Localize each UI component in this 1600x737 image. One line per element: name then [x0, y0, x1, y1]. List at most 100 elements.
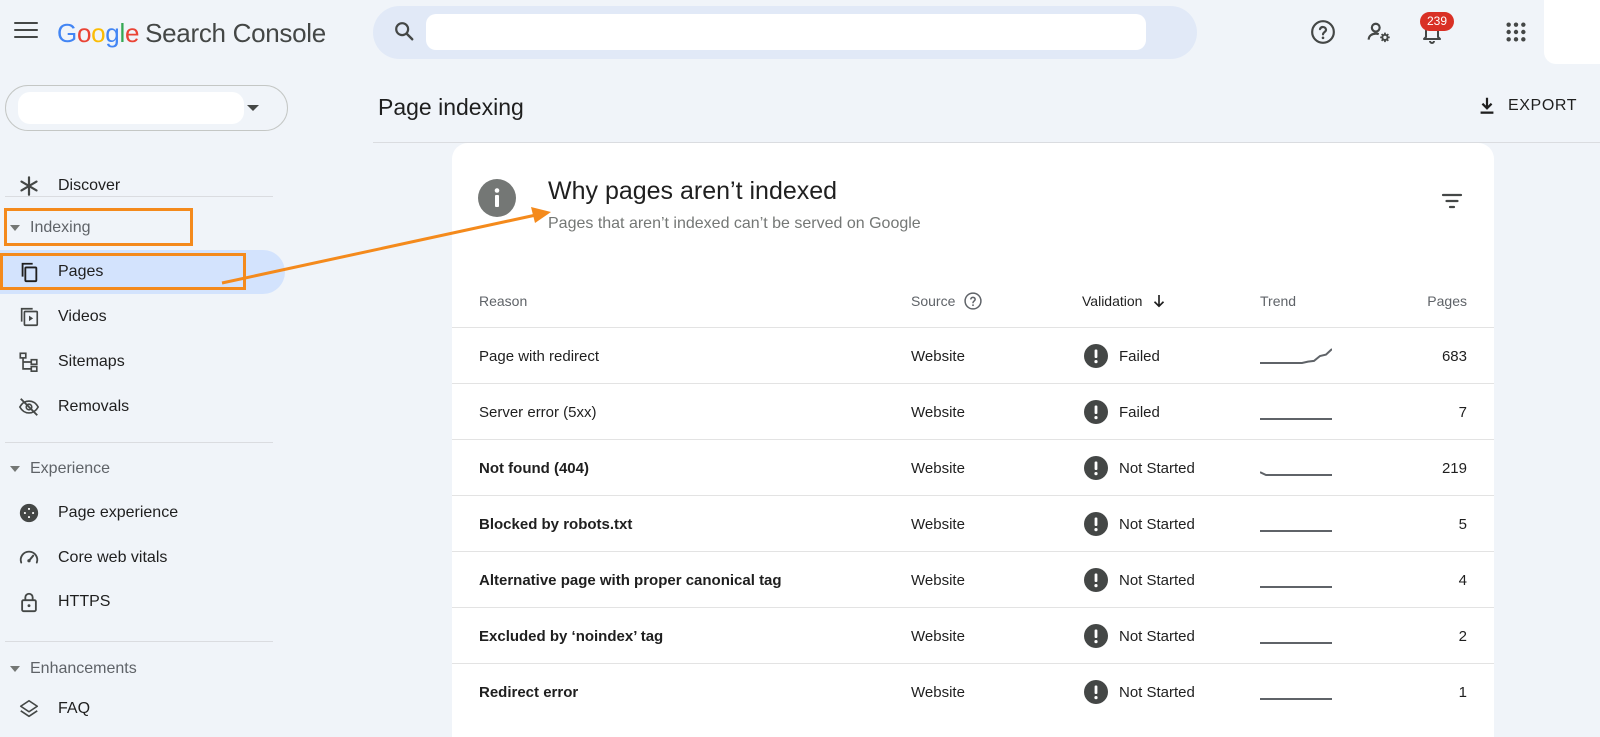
sidebar-item-core-web-vitals[interactable]: Core web vitals: [0, 536, 285, 580]
validation-cell: Not Started: [1084, 552, 1195, 608]
table-row[interactable]: Redirect error Website Not Started 1: [452, 663, 1494, 719]
alert-icon: [1084, 344, 1108, 368]
source-cell: Website: [911, 627, 965, 645]
sidebar-item-faq[interactable]: FAQ: [0, 687, 285, 731]
page-title: Page indexing: [378, 94, 524, 120]
sidebar-item-label: Discover: [58, 177, 121, 194]
trend-sparkline: [1260, 417, 1332, 420]
validation-cell: Failed: [1084, 384, 1160, 440]
validation-cell: Not Started: [1084, 440, 1195, 496]
pages-count-cell: 5: [1458, 515, 1467, 533]
redacted-property-name: [18, 92, 244, 124]
validation-status: Not Started: [1119, 459, 1195, 477]
download-icon: [1480, 97, 1494, 114]
alert-icon: [1084, 512, 1108, 536]
layers-icon: [19, 699, 39, 718]
sidebar-item-videos[interactable]: Videos: [0, 295, 285, 339]
column-source[interactable]: Source: [911, 275, 983, 327]
trend-cell: [1260, 608, 1332, 664]
reason-cell: Redirect error: [479, 683, 579, 701]
sidebar-item-removals[interactable]: Removals: [0, 385, 285, 429]
removals-icon: [18, 398, 40, 416]
trend-sparkline: [1260, 697, 1332, 700]
page-experience-icon: [19, 503, 39, 523]
reason-cell: Not found (404): [479, 459, 589, 477]
help-icon[interactable]: [963, 291, 983, 311]
table-row[interactable]: Blocked by robots.txt Website Not Started 5: [452, 495, 1494, 551]
column-trend[interactable]: Trend: [1260, 275, 1296, 327]
pages-count-cell: 2: [1458, 627, 1467, 645]
reason-cell: Excluded by ‘noindex’ tag: [479, 627, 664, 645]
validation-cell: Not Started: [1084, 664, 1195, 720]
column-label: Validation: [1082, 293, 1143, 309]
pages-count-cell: 4: [1458, 571, 1467, 589]
account-avatar[interactable]: [1544, 0, 1600, 64]
section-indexing[interactable]: Indexing: [0, 208, 285, 248]
sidebar-item-label: Pages: [58, 263, 104, 280]
not-indexed-card: Why pages aren’t indexed Pages that aren…: [452, 143, 1494, 737]
table-row[interactable]: Page with redirect Website Failed 683: [452, 327, 1494, 383]
validation-cell: Not Started: [1084, 496, 1195, 552]
column-label: Source: [911, 293, 956, 309]
sidebar-item-page-experience[interactable]: Page experience: [0, 491, 285, 535]
alert-icon: [1084, 624, 1108, 648]
lock-icon: [21, 592, 37, 613]
speed-gauge-icon: [19, 550, 39, 564]
reasons-table-body: Page with redirect Website Failed 683 Server…: [452, 327, 1494, 719]
apps-grid-icon[interactable]: [1500, 16, 1532, 48]
reason-cell: Blocked by robots.txt: [479, 515, 633, 533]
search-input[interactable]: [426, 14, 1146, 50]
product-logo[interactable]: Google Search Console: [57, 18, 326, 49]
pages-count-cell: 1: [1458, 683, 1467, 701]
caret-down-icon: [10, 666, 20, 672]
section-label: Experience: [30, 460, 111, 477]
pages-count-cell: 683: [1441, 347, 1467, 365]
menu-icon[interactable]: [14, 22, 38, 42]
validation-status: Not Started: [1119, 683, 1195, 701]
property-selector[interactable]: [5, 85, 288, 131]
source-cell: Website: [911, 403, 965, 421]
sidebar-item-discover[interactable]: Discover: [0, 164, 285, 208]
source-cell: Website: [911, 515, 965, 533]
sidebar-item-label: Removals: [58, 398, 130, 415]
section-experience[interactable]: Experience: [0, 449, 285, 489]
search-icon[interactable]: [393, 20, 415, 42]
table-row[interactable]: Excluded by ‘noindex’ tag Website Not Star…: [452, 607, 1494, 663]
search-bar[interactable]: [373, 6, 1197, 59]
column-validation[interactable]: Validation: [1082, 275, 1168, 327]
trend-sparkline: [1260, 641, 1332, 644]
sidebar-item-https[interactable]: HTTPS: [0, 580, 285, 624]
table-row[interactable]: Alternative page with proper canonical t…: [452, 551, 1494, 607]
filter-icon[interactable]: [1440, 189, 1464, 213]
trend-cell: [1260, 440, 1332, 496]
pages-count-cell: 7: [1458, 403, 1467, 421]
trend-cell: [1260, 552, 1332, 608]
sidebar-item-label: Videos: [58, 308, 107, 325]
trend-sparkline: [1260, 347, 1332, 364]
table-row[interactable]: Not found (404) Website Not Started 219: [452, 439, 1494, 495]
trend-sparkline: [1260, 585, 1332, 588]
sidebar-item-pages[interactable]: Pages: [0, 250, 285, 294]
notification-badge[interactable]: 239: [1420, 12, 1454, 31]
column-pages[interactable]: Pages: [1427, 275, 1467, 327]
column-reason[interactable]: Reason: [479, 275, 527, 327]
admin-settings-icon[interactable]: [1363, 16, 1395, 48]
validation-status: Failed: [1119, 403, 1160, 421]
help-icon[interactable]: [1307, 16, 1339, 48]
source-cell: Website: [911, 347, 965, 365]
pages-icon: [21, 262, 38, 283]
sidebar-divider: [5, 442, 273, 443]
trend-cell: [1260, 328, 1332, 384]
validation-cell: Not Started: [1084, 608, 1195, 664]
sidebar-item-sitemaps[interactable]: Sitemaps: [0, 340, 285, 384]
sidebar-item-label: Core web vitals: [58, 549, 168, 566]
trend-sparkline: [1260, 470, 1332, 476]
reason-cell: Alternative page with proper canonical t…: [479, 571, 782, 589]
card-title: Why pages aren’t indexed: [548, 177, 838, 205]
validation-status: Not Started: [1119, 627, 1195, 645]
export-button[interactable]: EXPORT: [1476, 92, 1577, 120]
section-enhancements[interactable]: Enhancements: [0, 649, 285, 689]
table-row[interactable]: Server error (5xx) Website Failed 7: [452, 383, 1494, 439]
sidebar-item-label: Page experience: [58, 504, 179, 521]
source-cell: Website: [911, 459, 965, 477]
